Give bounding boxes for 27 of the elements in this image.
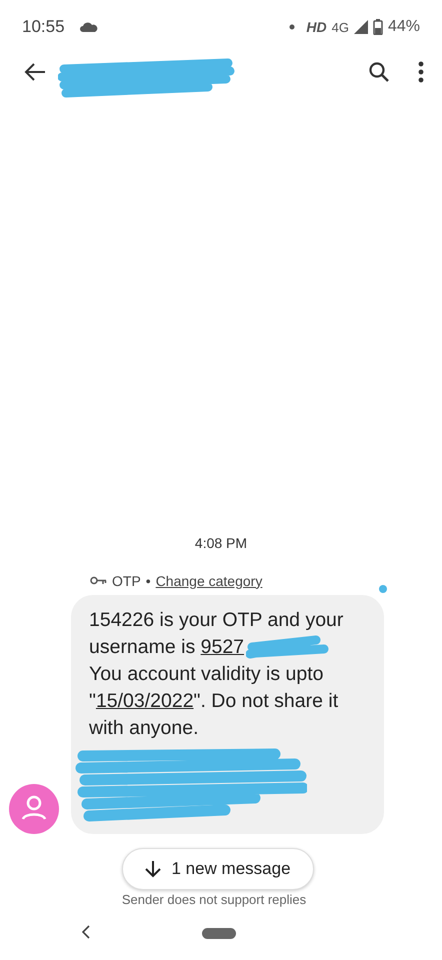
battery-level: 44% (388, 18, 420, 36)
avatar-icon (9, 784, 59, 834)
signal-icon (354, 20, 368, 34)
change-category-link[interactable]: Change category (156, 572, 262, 589)
chevron-left-icon (82, 924, 90, 939)
message-text: You account validity is upto "15/03/2022". Do not share it with anyone. (89, 662, 340, 741)
message-timestamp: 4:08 PM (194, 534, 248, 551)
message-text: 154226 is your OTP and your (89, 608, 344, 633)
category-label: OTP (112, 572, 141, 589)
footer-note: Sender does not support replies (120, 892, 308, 907)
home-handle[interactable] (202, 928, 236, 939)
battery-icon (372, 19, 383, 36)
dot-icon (289, 24, 296, 30)
cloud-icon (80, 22, 98, 32)
message-text: username is 9527 (89, 634, 244, 660)
hd-label: HD (306, 19, 327, 36)
down-arrow-icon (145, 860, 162, 878)
separator-dot: • (146, 572, 151, 589)
more-icon (418, 60, 424, 83)
new-message-button[interactable]: 1 new message (122, 848, 314, 890)
clock-time: 10:55 (22, 17, 65, 38)
back-arrow-icon (24, 62, 46, 82)
search-icon (368, 60, 390, 83)
key-icon (90, 576, 107, 586)
network-type: 4G (332, 20, 349, 35)
message-link[interactable]: 15/03/2022 (96, 690, 194, 712)
message-link[interactable]: 9527 (200, 636, 244, 658)
